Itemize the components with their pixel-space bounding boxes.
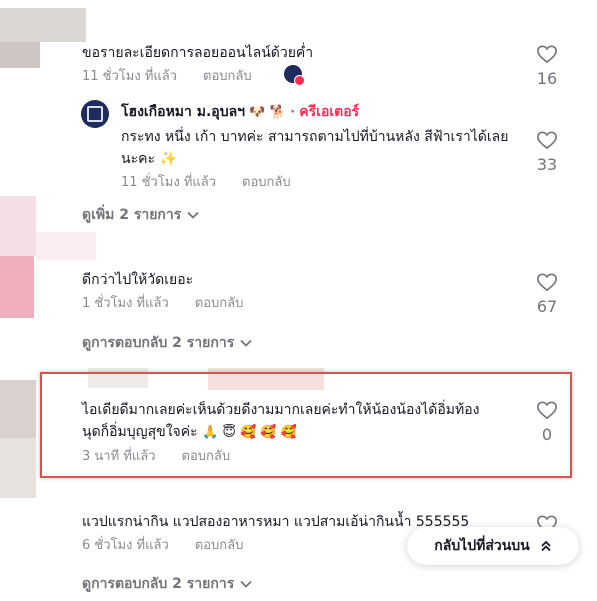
comment-time: 3 นาที ที่แล้ว [82,449,156,464]
reply-button[interactable]: ตอบกลับ [242,171,291,192]
like-count: 16 [536,69,558,88]
author-emojis: 🐶 🐕 [249,104,286,120]
view-replies-label: ดูการตอบกลับ 2 รายการ [82,335,235,351]
creator-liked-avatar [284,65,305,86]
heart-badge-icon [294,75,305,86]
blurred-avatar [0,196,36,256]
blurred-avatar [36,232,96,260]
like-count: 0 [541,425,553,444]
chevron-down-icon [240,339,252,347]
view-replies-label: ดูการตอบกลับ 2 รายการ [82,576,235,592]
blurred-avatar [0,256,34,318]
back-to-top-label: กลับไปที่ส่วนบน [434,538,530,554]
blurred-avatar [0,438,36,498]
reply-item: โฮงเกือหมา ม.อุบลฯ 🐶 🐕 · ครีเอเตอร์ กระท… [121,101,597,192]
like-button[interactable]: 0 [532,400,562,444]
comment-item: ขอรายละเอียดการลอยออนไลน์ด้วยค่ำ 11 ชั่ว… [82,42,597,86]
heart-icon [537,45,557,64]
like-button[interactable]: 16 [532,44,562,88]
comment-time: 1 ชั่วโมง ที่แล้ว [82,296,169,311]
comment-time: 6 ชั่วโมง ที่แล้ว [82,538,169,553]
double-chevron-up-icon [541,540,551,552]
reply-button[interactable]: ตอบกลับ [203,65,252,86]
chevron-down-icon [240,580,252,588]
heart-icon [537,131,557,150]
view-more-button[interactable]: ดูเพิ่ม 2 รายการ [82,204,199,226]
like-count: 33 [536,155,558,174]
chevron-down-icon [187,211,199,219]
comment-text: ขอรายละเอียดการลอยออนไลน์ด้วยค่ำ [82,45,314,61]
reply-button[interactable]: ตอบกลับ [182,445,231,466]
comment-time: 11 ชั่วโมง ที่แล้ว [82,69,178,84]
reply-time: 11 ชั่วโมง ที่แล้ว [121,175,217,190]
comment-item: ดีกว่าไปให้วัดเยอะ 1 ชั่วโมง ที่แล้ว ตอบ… [82,269,597,313]
blurred-avatar [0,380,36,438]
heart-icon [537,401,557,420]
separator: · [289,104,296,120]
comment-text: ไอเดียดีมากเลยค่ะเห็นด้วยดีงามมากเลยค่ะท… [82,402,480,418]
view-more-label: ดูเพิ่ม 2 รายการ [82,207,182,223]
view-replies-button[interactable]: ดูการตอบกลับ 2 รายการ [82,573,252,595]
comment-emojis: 🙏 😇 🥰 🥰 🥰 [202,425,297,440]
like-count: 67 [536,297,558,316]
blurred-avatar [0,42,40,68]
blurred-avatar [0,8,86,42]
author-name[interactable]: โฮงเกือหมา ม.อุบลฯ [121,101,245,123]
view-replies-button[interactable]: ดูการตอบกลับ 2 รายการ [82,332,252,354]
creator-label: ครีเอเตอร์ [299,104,360,120]
creator-avatar[interactable] [81,100,109,128]
reply-button[interactable]: ตอบกลับ [195,292,244,313]
heart-icon [537,273,557,292]
like-button[interactable]: 67 [532,272,562,316]
reply-button[interactable]: ตอบกลับ [195,534,244,555]
comment-text-line2: นุดก็อิ่มบุญสุขใจค่ะ [82,424,198,440]
reply-text: กระทง หนึ่ง เก้า บาทค่ะ สามารถตามไปที่บ้… [121,129,509,167]
back-to-top-button[interactable]: กลับไปที่ส่วนบน [407,527,579,565]
sparkle-emoji: ✨ [159,151,177,167]
like-button[interactable]: 33 [532,130,562,174]
comment-text: ดีกว่าไปให้วัดเยอะ [82,272,194,288]
comment-item: ไอเดียดีมากเลยค่ะเห็นด้วยดีงามมากเลยค่ะท… [82,399,597,466]
